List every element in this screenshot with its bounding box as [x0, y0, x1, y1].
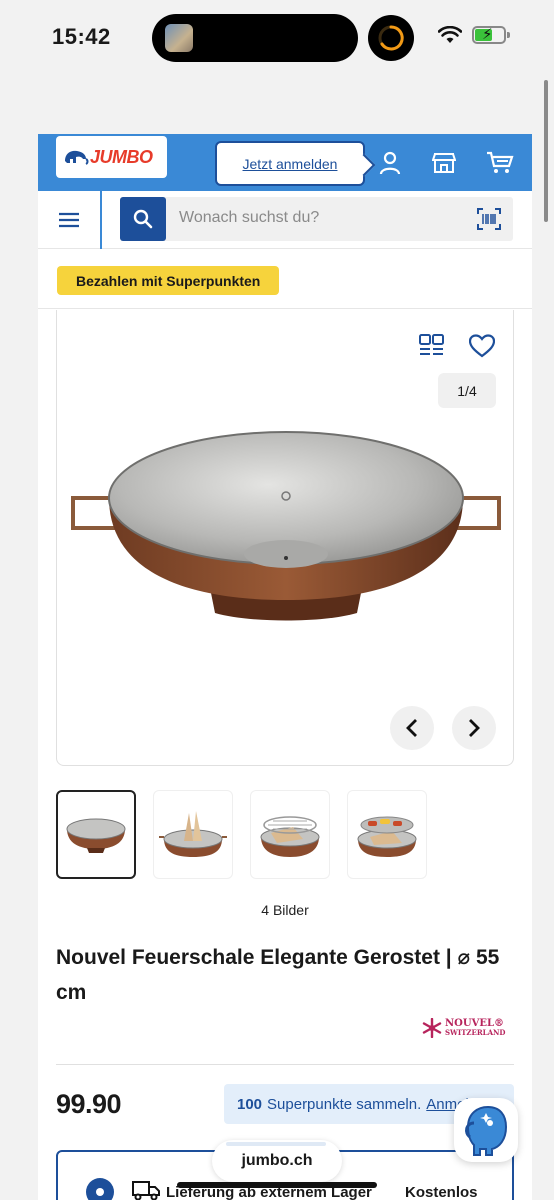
product-title: Nouvel Feuerschale Elegante Gerostet | ⌀… — [56, 946, 500, 1004]
browser-url-bar[interactable]: jumbo.ch — [212, 1140, 342, 1182]
elephant-assistant-icon — [465, 1105, 508, 1156]
page-scrollbar[interactable] — [544, 80, 548, 222]
menu-button[interactable] — [38, 191, 102, 249]
jumbo-logo[interactable]: JUMBO — [56, 136, 167, 178]
status-icons: ⚡ — [438, 26, 510, 44]
delivery-radio[interactable] — [86, 1178, 114, 1200]
thumbnail-strip — [56, 790, 427, 879]
snowflake-logo-icon — [422, 1018, 442, 1038]
search-icon — [133, 209, 153, 229]
brand-logo[interactable]: NOUVEL® SWITZERLAND — [422, 1018, 505, 1038]
live-activity-thumbnail — [165, 24, 193, 52]
product-price: 99.90 — [56, 1089, 122, 1119]
promo-row: Bezahlen mit Superpunkten — [38, 249, 532, 309]
chat-assistant-button[interactable] — [454, 1098, 518, 1162]
heart-icon[interactable] — [469, 334, 495, 358]
points-text: Superpunkte sammeln. — [267, 1095, 422, 1113]
search-row: Wonach suchst du? — [38, 191, 532, 249]
chevron-right-icon — [469, 719, 480, 737]
chevron-left-icon — [406, 719, 417, 737]
image-count-label: 4 Bilder — [261, 902, 309, 918]
dynamic-island — [152, 14, 358, 62]
menu-icon — [59, 212, 79, 228]
home-indicator[interactable] — [177, 1182, 377, 1188]
top-header: JUMBO Jetzt anmelden — [38, 134, 532, 191]
status-bar: 15:42 ⚡ — [0, 0, 554, 78]
barcode-scan-icon[interactable] — [477, 207, 501, 231]
image-counter: 1/4 — [438, 373, 496, 408]
user-icon[interactable] — [374, 147, 406, 179]
search-input[interactable]: Wonach suchst du? — [120, 197, 513, 241]
thumbnail-1[interactable] — [56, 790, 136, 879]
status-time: 15:42 — [52, 24, 111, 49]
search-placeholder: Wonach suchst du? — [179, 209, 320, 226]
product-gallery[interactable]: 1/4 — [56, 310, 514, 766]
brand-subtitle: SWITZERLAND — [445, 1028, 506, 1037]
cart-icon[interactable] — [484, 147, 516, 179]
thumbnail-2[interactable] — [153, 790, 233, 879]
previous-image-button[interactable] — [390, 706, 434, 750]
thumbnail-4[interactable] — [347, 790, 427, 879]
elephant-logo-icon — [65, 150, 89, 165]
next-image-button[interactable] — [452, 706, 496, 750]
login-button[interactable]: Jetzt anmelden — [215, 141, 365, 186]
wifi-icon — [438, 26, 462, 43]
truck-icon — [132, 1181, 160, 1200]
delivery-cost: Kostenlos — [405, 1184, 478, 1200]
logo-text: JUMBO — [90, 146, 153, 167]
page: JUMBO Jetzt anmelden Wonach suchst du? B… — [38, 134, 532, 1200]
brand-name: NOUVEL® — [445, 1018, 504, 1029]
thumbnail-3[interactable] — [250, 790, 330, 879]
battery-icon: ⚡ — [472, 26, 510, 44]
store-icon[interactable] — [428, 147, 460, 179]
timer-icon — [368, 15, 414, 61]
search-button[interactable] — [120, 197, 166, 241]
points-amount: 100 — [237, 1095, 263, 1113]
compare-icon[interactable] — [419, 334, 445, 358]
superpoints-payment-badge[interactable]: Bezahlen mit Superpunkten — [57, 266, 280, 295]
divider — [56, 1064, 514, 1065]
product-image — [71, 431, 501, 621]
